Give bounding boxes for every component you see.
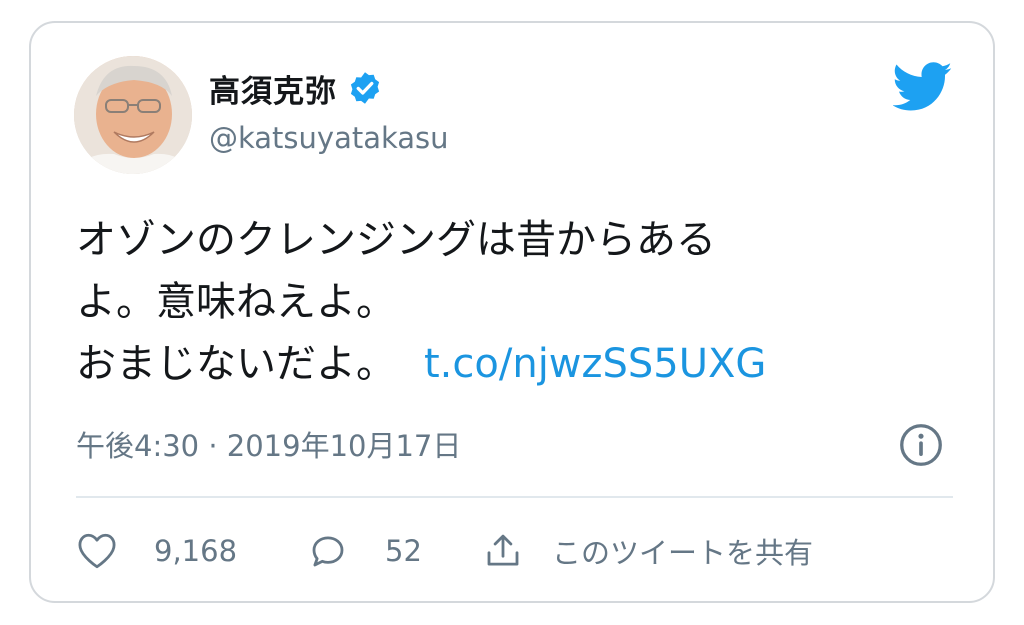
reply-bubble-icon <box>312 536 344 567</box>
user-handle[interactable]: @katsuyatakasu <box>209 121 449 155</box>
info-icon[interactable] <box>899 423 943 467</box>
tweet-timestamp[interactable]: 午後4:30 · 2019年10月17日 <box>76 423 461 465</box>
like-count: 9,168 <box>154 534 238 568</box>
display-name[interactable]: 高須克弥 <box>209 66 337 111</box>
share-icon <box>487 534 519 566</box>
action-bar: 9,168 52 このツイートを共有 <box>76 523 813 579</box>
tweet-link[interactable]: t.co/njwzSS5UXG <box>424 341 766 387</box>
reply-count: 52 <box>385 534 422 568</box>
share-label: このツイートを共有 <box>551 536 813 570</box>
avatar[interactable] <box>74 56 192 174</box>
verified-badge-icon <box>350 72 380 104</box>
twitter-bird-icon[interactable] <box>893 61 953 113</box>
tweet-line: よ。意味ねえよ。 <box>76 279 396 325</box>
like-button[interactable]: 9,168 <box>76 530 237 572</box>
tweet-card[interactable]: 高須克弥 @katsuyatakasu オゾンのクレンジングは昔からある よ。意… <box>29 21 995 603</box>
tweet-line-text: おまじないだよ。 <box>76 341 396 387</box>
tweet-line: おまじないだよ。 t.co/njwzSS5UXG <box>76 333 946 395</box>
name-row: 高須克弥 <box>209 63 383 113</box>
divider <box>76 496 953 498</box>
tweet-text: オゾンのクレンジングは昔からある よ。意味ねえよ。 おまじないだよ。 t.co/n… <box>76 209 946 395</box>
share-button[interactable]: このツイートを共有 <box>482 530 813 572</box>
heart-icon <box>78 533 116 569</box>
reply-button[interactable]: 52 <box>307 530 422 572</box>
tweet-line: オゾンのクレンジングは昔からある <box>76 217 716 263</box>
